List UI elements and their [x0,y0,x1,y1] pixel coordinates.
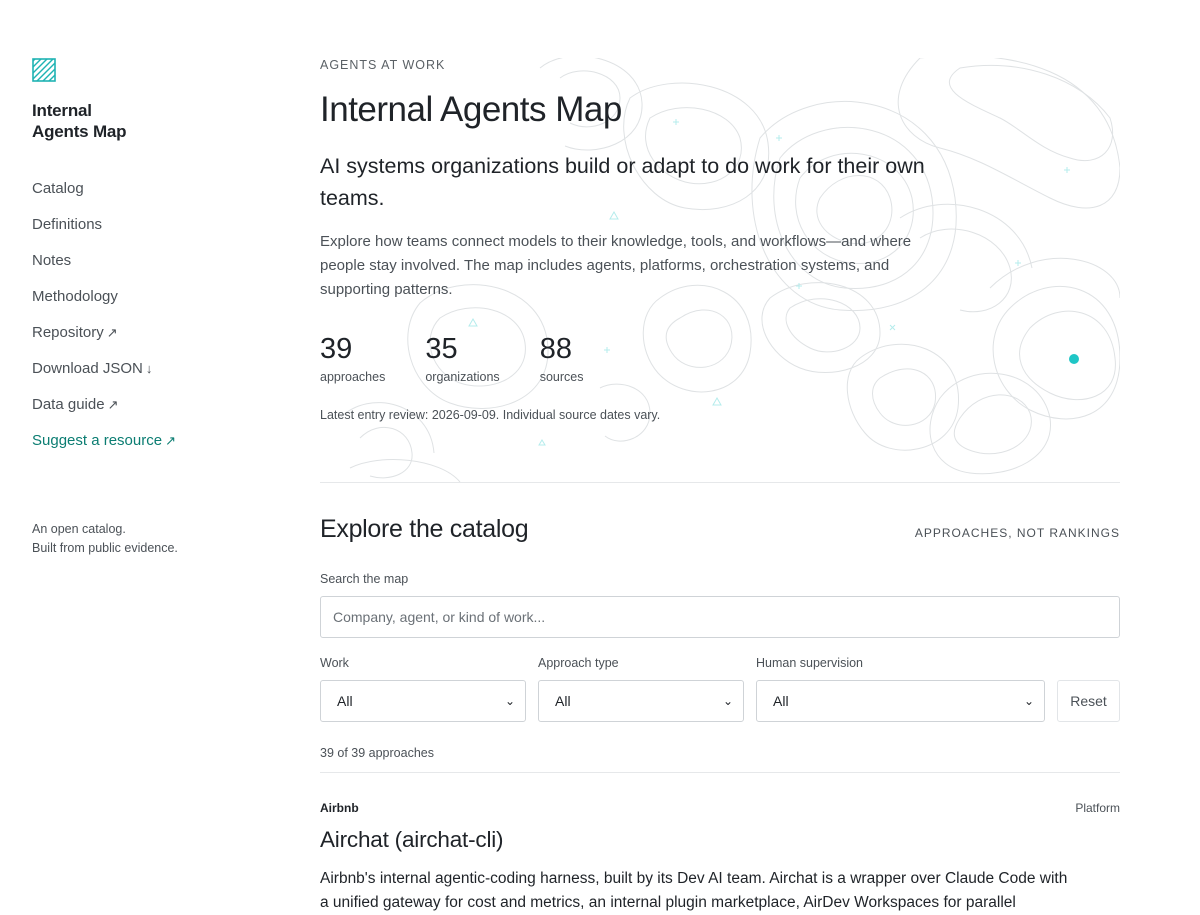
search-input[interactable] [320,596,1120,638]
reset-button[interactable]: Reset [1057,680,1120,722]
chevron-down-icon: ⌄ [504,694,515,708]
nav-label: Notes [32,252,72,269]
entry-type: Platform [1075,801,1120,815]
stats-row: 39 approaches 35 organizations 88 source… [320,332,1120,384]
stat-sources: 88 sources [540,332,584,384]
stat-organizations: 35 organizations [425,332,499,384]
stat-approaches: 39 approaches [320,332,385,384]
stat-number: 88 [539,333,572,365]
human-supervision-select[interactable]: All ⌄ [756,680,1045,722]
entry-description: Airbnb's internal agentic-coding harness… [320,870,1068,911]
footer-line: Built from public evidence. [32,541,178,555]
search-label: Search the map [320,572,409,586]
nav-label: Suggest a resource [32,432,163,449]
nav-download-json[interactable]: Download JSON ↓ [32,360,252,396]
external-link-icon: ↗ [165,433,176,448]
stat-number: 35 [425,333,458,365]
select-value: All [555,693,571,709]
catalog-section: Explore the catalog APPROACHES, NOT RANK… [320,515,1120,915]
nav-notes[interactable]: Notes [32,252,252,288]
approach-type-select[interactable]: All ⌄ [538,680,744,722]
work-select[interactable]: All ⌄ [320,680,526,722]
filter-human-supervision: Human supervision All ⌄ [756,656,1045,722]
nav-label: Methodology [32,288,118,305]
lead-text: AI systems organizations build or adapt … [320,154,925,210]
nav-catalog[interactable]: Catalog [32,180,252,216]
brand-title[interactable]: Internal Agents Map [32,100,252,142]
filter-approach-type: Approach type All ⌄ [538,656,744,722]
description-text: Explore how teams connect models to thei… [320,233,912,298]
nav-definitions[interactable]: Definitions [32,216,252,252]
filter-work: Work All ⌄ [320,656,526,722]
entry-meta: Airbnb Platform [320,801,1120,815]
nav-suggest-resource[interactable]: Suggest a resource ↗ [32,432,252,468]
nav-data-guide[interactable]: Data guide ↗ [32,396,252,432]
stat-label: organizations [425,370,500,384]
section-title: Explore the catalog [320,515,529,543]
entry-organization: Airbnb [320,801,359,815]
brand-line-1: Internal [32,101,92,120]
nav-methodology[interactable]: Methodology [32,288,252,324]
chevron-down-icon: ⌄ [722,694,733,708]
sidebar-nav: Catalog Definitions Notes Methodology Re… [32,180,252,468]
nav-label: Download JSON [32,360,143,377]
hero: AGENTS AT WORK Internal Agents Map AI sy… [320,58,1120,483]
stat-label: sources [539,370,584,384]
filter-label: Work [320,656,349,670]
filters-row: Work All ⌄ Approach type All ⌄ Human sup… [320,656,1120,722]
select-value: All [337,693,353,709]
brand-line-2: Agents Map [32,122,127,141]
chevron-down-icon: ⌄ [1023,694,1034,708]
nav-repository[interactable]: Repository ↗ [32,324,252,360]
external-link-icon: ↗ [106,325,118,340]
page-title: Internal Agents Map [320,90,622,129]
section-header: Explore the catalog APPROACHES, NOT RANK… [320,515,1120,544]
entry-title[interactable]: Airchat (airchat-cli) [320,827,1120,853]
section-note: APPROACHES, NOT RANKINGS [914,526,1120,540]
filter-label: Approach type [538,656,619,670]
stat-number: 39 [320,333,353,365]
select-value: All [773,693,789,709]
diagonal-hatch-square-icon[interactable] [32,58,56,82]
sidebar: Internal Agents Map Catalog Definitions … [32,58,252,555]
nav-label: Repository [32,324,104,341]
sidebar-footer: An open catalog. Built from public evide… [32,520,178,558]
catalog-entry[interactable]: Airbnb Platform Airchat (airchat-cli) Ai… [320,801,1120,915]
review-note: Latest entry review: 2026-09-09. Individ… [320,408,661,422]
download-arrow-icon: ↓ [145,361,153,376]
stat-label: approaches [320,370,386,384]
footer-line: An open catalog. [32,522,126,536]
nav-label: Definitions [32,216,103,233]
nav-label: Catalog [32,180,84,197]
results-count: 39 of 39 approaches [320,746,1120,773]
nav-label: Data guide [32,396,105,413]
eyebrow: AGENTS AT WORK [320,58,446,72]
filter-label: Human supervision [756,656,863,670]
main-content: AGENTS AT WORK Internal Agents Map AI sy… [320,56,1120,915]
external-link-icon: ↗ [107,397,119,412]
